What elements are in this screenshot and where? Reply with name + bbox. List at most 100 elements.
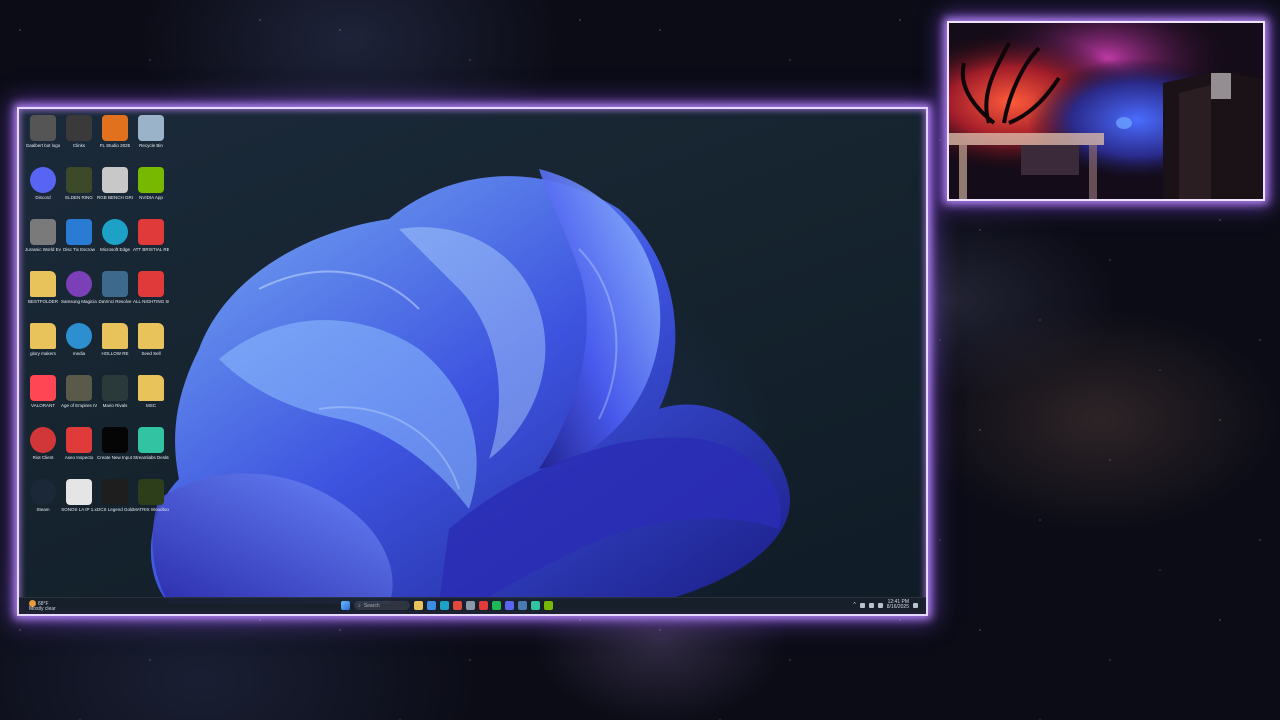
- folder-icon: [30, 271, 56, 297]
- desktop-icon-label: NVIDIA App: [139, 195, 163, 200]
- desktop-icon[interactable]: Aseo Inspecto: [61, 425, 97, 477]
- notification-icon[interactable]: [913, 602, 918, 608]
- streamlabs-icon[interactable]: [531, 601, 540, 610]
- recycle-bin-icon: [138, 115, 164, 141]
- desktop-icon[interactable]: FL Studio 2025: [97, 113, 133, 165]
- discord-icon: [30, 167, 56, 193]
- desktop-icon[interactable]: SONOS LA IP 1.x: [61, 477, 97, 529]
- folder-icon: [30, 323, 56, 349]
- document-icon: [102, 167, 128, 193]
- desktop-icon[interactable]: ELDEN RING: [61, 165, 97, 217]
- desktop-icon-label: Samsung Magician: [61, 299, 97, 304]
- file-explorer-icon[interactable]: [414, 601, 423, 610]
- desktop-icon[interactable]: Microsoft Edge: [97, 217, 133, 269]
- start-button[interactable]: [341, 601, 350, 610]
- streamlabs-icon: [138, 427, 164, 453]
- desktop-icon[interactable]: Samsung Magician: [61, 269, 97, 321]
- desktop-icon[interactable]: DCS Legend Gold: [97, 477, 133, 529]
- system-tray: ^ 12:41 PM 8/16/2025: [853, 600, 918, 610]
- desktop-icon[interactable]: Age of Empires IV Anniversary Edition: [61, 373, 97, 425]
- desktop-icon-label: ATT BRISTIAL RE SHEED: [133, 247, 169, 252]
- desktop-icon[interactable]: Recycle Bin: [133, 113, 169, 165]
- davinci-icon: [102, 271, 128, 297]
- chevron-up-icon[interactable]: ^: [853, 602, 855, 608]
- desktop-icon[interactable]: HOLLOW RE: [97, 321, 133, 373]
- desktop-icon[interactable]: Mario Rivals: [97, 373, 133, 425]
- desktop-icon-label: Aseo Inspecto: [64, 455, 94, 460]
- chrome-icon[interactable]: [453, 601, 462, 610]
- store-icon[interactable]: [427, 601, 436, 610]
- desktop-icon[interactable]: glory makers: [25, 321, 61, 373]
- taskbar-center: ⌕ Search: [341, 601, 553, 610]
- samsung-magician-icon: [66, 271, 92, 297]
- dcs-icon: [102, 479, 128, 505]
- desktop-icon-label: Riot Client: [32, 455, 54, 460]
- desktop-icon[interactable]: Discord: [25, 165, 61, 217]
- steam-icon[interactable]: [518, 601, 527, 610]
- pdf-icon: [138, 271, 164, 297]
- desktop-icon-label: Clinks: [72, 143, 86, 148]
- desktop-icon[interactable]: BESTFOLDER: [25, 269, 61, 321]
- elden-ring-icon: [66, 167, 92, 193]
- desktop-icon-label: Create New Input (1): [97, 455, 133, 460]
- folder-icon: [138, 323, 164, 349]
- desktop-icon[interactable]: Gaalbert bot logo: [25, 113, 61, 165]
- steam-icon: [30, 479, 56, 505]
- desktop-icon-label: MATRIX Woodtool: [133, 507, 169, 512]
- desktop-icon[interactable]: VALORANT: [25, 373, 61, 425]
- desktop-icon[interactable]: ALL NIGHTING Street Squared: [133, 269, 169, 321]
- desktop-icon[interactable]: Create New Input (1): [97, 425, 133, 477]
- clock-date: 8/16/2025: [886, 604, 909, 610]
- taskbar-search[interactable]: ⌕ Search: [354, 601, 410, 610]
- desktop-icon[interactable]: Streamlabs Desktop: [133, 425, 169, 477]
- matrix-icon: [138, 479, 164, 505]
- desktop-icon[interactable]: Seed Sell: [133, 321, 169, 373]
- desktop-icon[interactable]: Riot Client: [25, 425, 61, 477]
- desktop-icon-label: DaVinci Resolve: [98, 299, 132, 304]
- network-icon[interactable]: [859, 602, 865, 608]
- desktop-icon-label: Recycle Bin: [139, 143, 163, 148]
- desktop-capture-frame: Gaalbert bot logo Clinks FL Studio 2025 Rec…: [17, 107, 928, 616]
- settings-icon[interactable]: [466, 601, 475, 610]
- weather-description: Mostly clear: [29, 606, 56, 612]
- folder-icon: [102, 323, 128, 349]
- desktop-icon-label: Gaalbert bot logo: [25, 143, 61, 148]
- desktop-icon-label: FL Studio 2025: [99, 143, 131, 148]
- jurassic-icon: [30, 219, 56, 245]
- spotify-icon[interactable]: [492, 601, 501, 610]
- aoe-icon: [66, 375, 92, 401]
- desktop-icon[interactable]: Steam: [25, 477, 61, 529]
- volume-icon[interactable]: [868, 602, 874, 608]
- desktop-icon-label: Streamlabs Desktop: [133, 455, 169, 460]
- nvidia-icon: [138, 167, 164, 193]
- desktop-icon[interactable]: Jurassic World Evolution: [25, 217, 61, 269]
- discord-icon[interactable]: [505, 601, 514, 610]
- desktop-icon[interactable]: media: [61, 321, 97, 373]
- game-icon: [102, 375, 128, 401]
- desktop-icon-label: Mario Rivals: [102, 403, 128, 408]
- desktop-icon[interactable]: Clinks: [61, 113, 97, 165]
- desktop-icon-label: Steam: [36, 507, 50, 512]
- desktop-icon[interactable]: RGB BENCH GRID SHEET: [97, 165, 133, 217]
- desktop-icon-label: media: [72, 351, 86, 356]
- fl-studio-icon: [102, 115, 128, 141]
- weather-widget[interactable]: 68°F Mostly clear: [29, 600, 56, 612]
- desktop-icon-label: SONOS LA IP 1.x: [61, 507, 97, 512]
- clock[interactable]: 12:41 PM 8/16/2025: [887, 600, 909, 610]
- desktop-icon[interactable]: NVIDIA App: [133, 165, 169, 217]
- desktop-icon-label: Microsoft Edge: [99, 247, 130, 252]
- battery-icon[interactable]: [877, 602, 883, 608]
- desktop-icon[interactable]: MATRIX Woodtool: [133, 477, 169, 529]
- desktop-icon[interactable]: DaVinci Resolve: [97, 269, 133, 321]
- desktop-icon[interactable]: Disc Tix Escrow: [61, 217, 97, 269]
- desktop-icon[interactable]: MSC: [133, 373, 169, 425]
- nvidia-icon[interactable]: [544, 601, 553, 610]
- app-icon: [66, 115, 92, 141]
- image-file-icon: [30, 115, 56, 141]
- desktop-icon-label: Age of Empires IV Anniversary Edition: [61, 403, 97, 408]
- opera-icon[interactable]: [479, 601, 488, 610]
- edge-icon[interactable]: [440, 601, 449, 610]
- edge-icon: [102, 219, 128, 245]
- taskbar: 68°F Mostly clear ⌕ Search ^ 12:41 PM 8/…: [19, 597, 926, 614]
- desktop-icon[interactable]: ATT BRISTIAL RE SHEED: [133, 217, 169, 269]
